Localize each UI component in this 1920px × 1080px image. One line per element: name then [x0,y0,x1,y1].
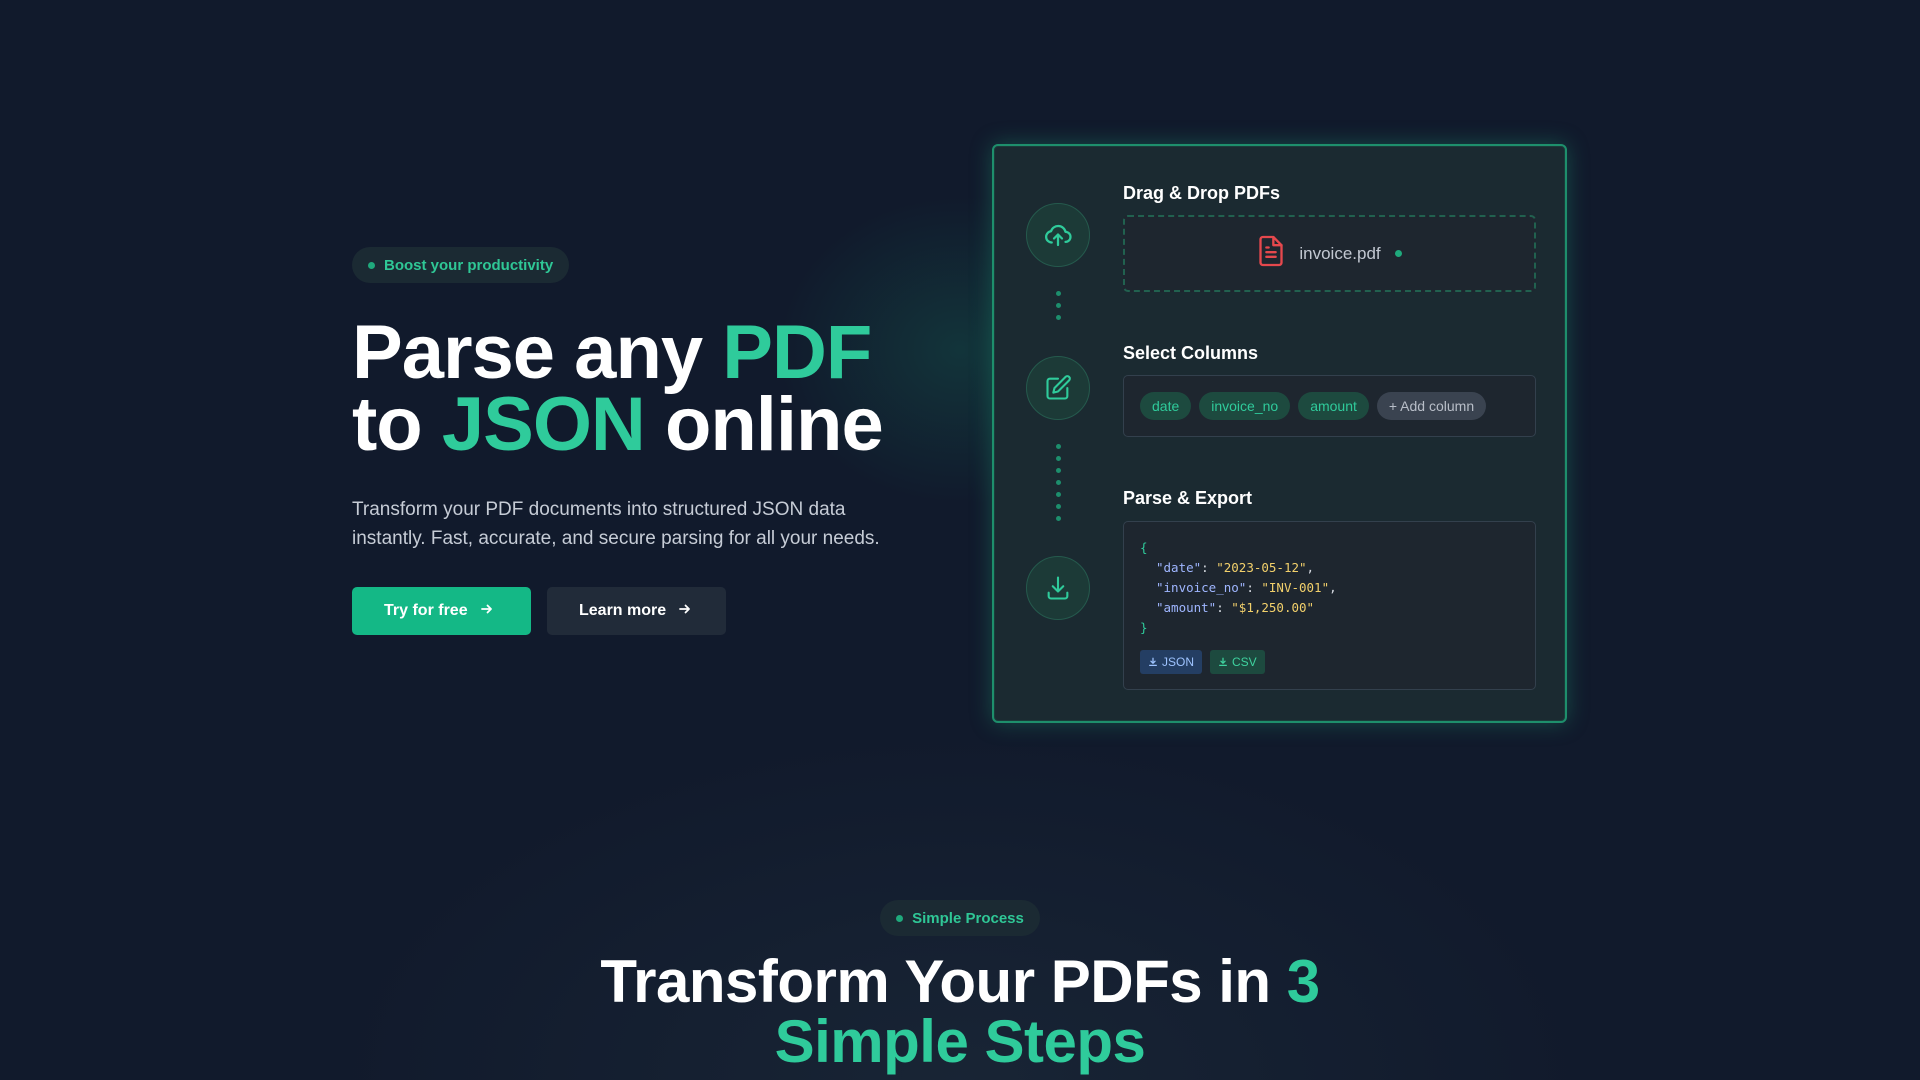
hero-title-part3: online [644,382,884,467]
workflow-card: Drag & Drop PDFs invoice.pdf Select Colu… [992,144,1567,723]
step-connector [1056,291,1061,327]
download-icon [1026,556,1090,620]
landing-page: Boost your productivity Parse any PDF to… [0,0,1920,1080]
pdf-drop-zone[interactable]: invoice.pdf [1123,215,1536,292]
file-name: invoice.pdf [1299,243,1381,263]
export-json-label: JSON [1162,655,1195,669]
json-preview: { "date": "2023-05-12", "invoice_no": "I… [1123,521,1536,690]
process-section: Simple Process Transform Your PDFs in 3 … [0,900,1920,1072]
badge-dot [368,261,375,269]
hero-title-accent-json: JSON [441,382,646,467]
process-title-part1: Transform Your PDFs in [600,948,1287,1015]
upload-cloud-icon [1026,203,1090,267]
arrow-right-icon [678,602,692,621]
column-chip-invoice-no[interactable]: invoice_no [1199,392,1291,420]
download-icon [1149,657,1157,666]
column-chip-amount[interactable]: amount [1298,392,1369,420]
badge-dot [896,914,904,922]
drag-drop-title: Drag & Drop PDFs [1123,183,1281,203]
hero-subtitle: Transform your PDF documents into struct… [352,499,880,549]
process-title: Transform Your PDFs in 3 Simple Steps [0,952,1920,1072]
step-connector [1056,444,1061,528]
file-text-icon [1257,234,1285,273]
learn-more-label: Learn more [579,602,667,619]
export-buttons: JSON CSV [1140,650,1519,674]
process-title-line2: Simple Steps [774,1008,1146,1075]
export-json-button[interactable]: JSON [1140,650,1203,674]
hero-title: Parse any PDF to JSON online [352,315,972,463]
columns-selector: date invoice_no amount + Add column [1123,375,1536,437]
try-for-free-label: Try for free [384,602,468,619]
file-status-dot [1394,250,1402,257]
edit-icon [1026,356,1090,420]
simple-process-badge: Simple Process [880,900,1040,936]
json-open-brace: { [1140,540,1148,555]
process-title-accent: 3 [1286,948,1320,1015]
hero-title-part2: to [352,382,442,467]
select-columns-title: Select Columns [1123,343,1259,363]
json-line: "amount": "$1,250.00" [1156,600,1315,615]
cta-row: Try for free Learn more [352,587,972,635]
learn-more-button[interactable]: Learn more [547,587,726,635]
hero-section: Boost your productivity Parse any PDF to… [352,247,972,635]
productivity-badge: Boost your productivity [352,247,570,283]
export-csv-label: CSV [1232,655,1257,669]
arrow-right-icon [480,602,494,621]
export-csv-button[interactable]: CSV [1210,650,1265,674]
json-line: "date": "2023-05-12", [1156,560,1315,575]
column-chip-date[interactable]: date [1140,392,1192,420]
badge-label: Boost your productivity [384,256,554,274]
parse-export-title: Parse & Export [1123,488,1253,508]
add-column-button[interactable]: + Add column [1376,392,1487,420]
json-close-brace: } [1140,620,1148,635]
try-for-free-button[interactable]: Try for free [352,587,531,635]
json-line: "invoice_no": "INV-001", [1156,580,1337,595]
badge-label: Simple Process [912,909,1024,927]
download-icon [1219,657,1227,666]
